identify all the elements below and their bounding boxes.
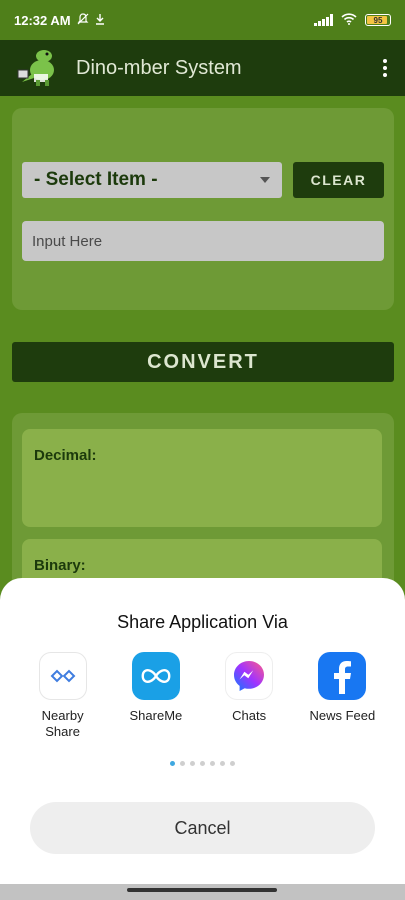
decimal-label: Decimal:	[34, 447, 97, 464]
pager-dot[interactable]	[190, 761, 195, 766]
dinosaur-logo-icon	[14, 48, 64, 88]
status-bar: 12:32 AM 95	[0, 0, 405, 40]
share-target-shareme[interactable]: ShareMe	[116, 652, 196, 740]
battery-icon: 95	[365, 14, 391, 26]
mute-icon	[77, 12, 89, 28]
facebook-icon	[318, 652, 367, 700]
share-target-chats[interactable]: Chats	[209, 652, 289, 740]
pager-dot[interactable]	[230, 761, 235, 766]
status-time: 12:32 AM	[14, 12, 71, 28]
shareme-icon	[131, 652, 180, 700]
download-icon	[95, 13, 105, 28]
binary-label: Binary:	[34, 557, 86, 574]
share-target-label: ShareMe	[129, 708, 183, 723]
pager-dot[interactable]	[220, 761, 225, 766]
share-target-label: News Feed	[309, 708, 376, 723]
cancel-button[interactable]: Cancel	[30, 802, 375, 854]
share-target-label: Nearby Share	[41, 708, 84, 739]
home-gesture-handle[interactable]	[127, 888, 277, 892]
nearby-share-icon	[38, 652, 87, 700]
decimal-result-card: Decimal:	[22, 429, 382, 527]
app-title: Dino-mber System	[76, 56, 242, 79]
select-label: - Select Item -	[34, 169, 158, 190]
messenger-icon	[225, 652, 274, 700]
share-target-nearby-share[interactable]: Nearby Share	[23, 652, 103, 740]
share-target-news-feed[interactable]: News Feed	[302, 652, 382, 740]
dropdown-caret-icon	[260, 177, 270, 183]
value-input[interactable]	[22, 221, 384, 261]
wifi-icon	[341, 12, 357, 28]
app-bar: Dino-mber System	[0, 40, 405, 96]
more-vert-icon[interactable]	[379, 55, 391, 81]
navigation-bar	[0, 884, 405, 900]
share-pager	[0, 761, 405, 766]
share-target-label: Chats	[232, 708, 267, 723]
clear-button[interactable]: CLEAR	[293, 162, 384, 198]
share-sheet-title: Share Application Via	[117, 612, 288, 632]
input-panel	[12, 108, 394, 310]
pager-dot[interactable]	[180, 761, 185, 766]
pager-dot[interactable]	[200, 761, 205, 766]
battery-level: 95	[373, 15, 383, 25]
pager-dot[interactable]	[170, 761, 175, 766]
pager-dot[interactable]	[210, 761, 215, 766]
convert-button[interactable]: CONVERT	[12, 342, 394, 382]
signal-icon	[314, 14, 333, 26]
share-targets: Nearby Share ShareMe Chats News Feed	[0, 652, 405, 740]
item-select-dropdown[interactable]: - Select Item -	[22, 162, 282, 198]
